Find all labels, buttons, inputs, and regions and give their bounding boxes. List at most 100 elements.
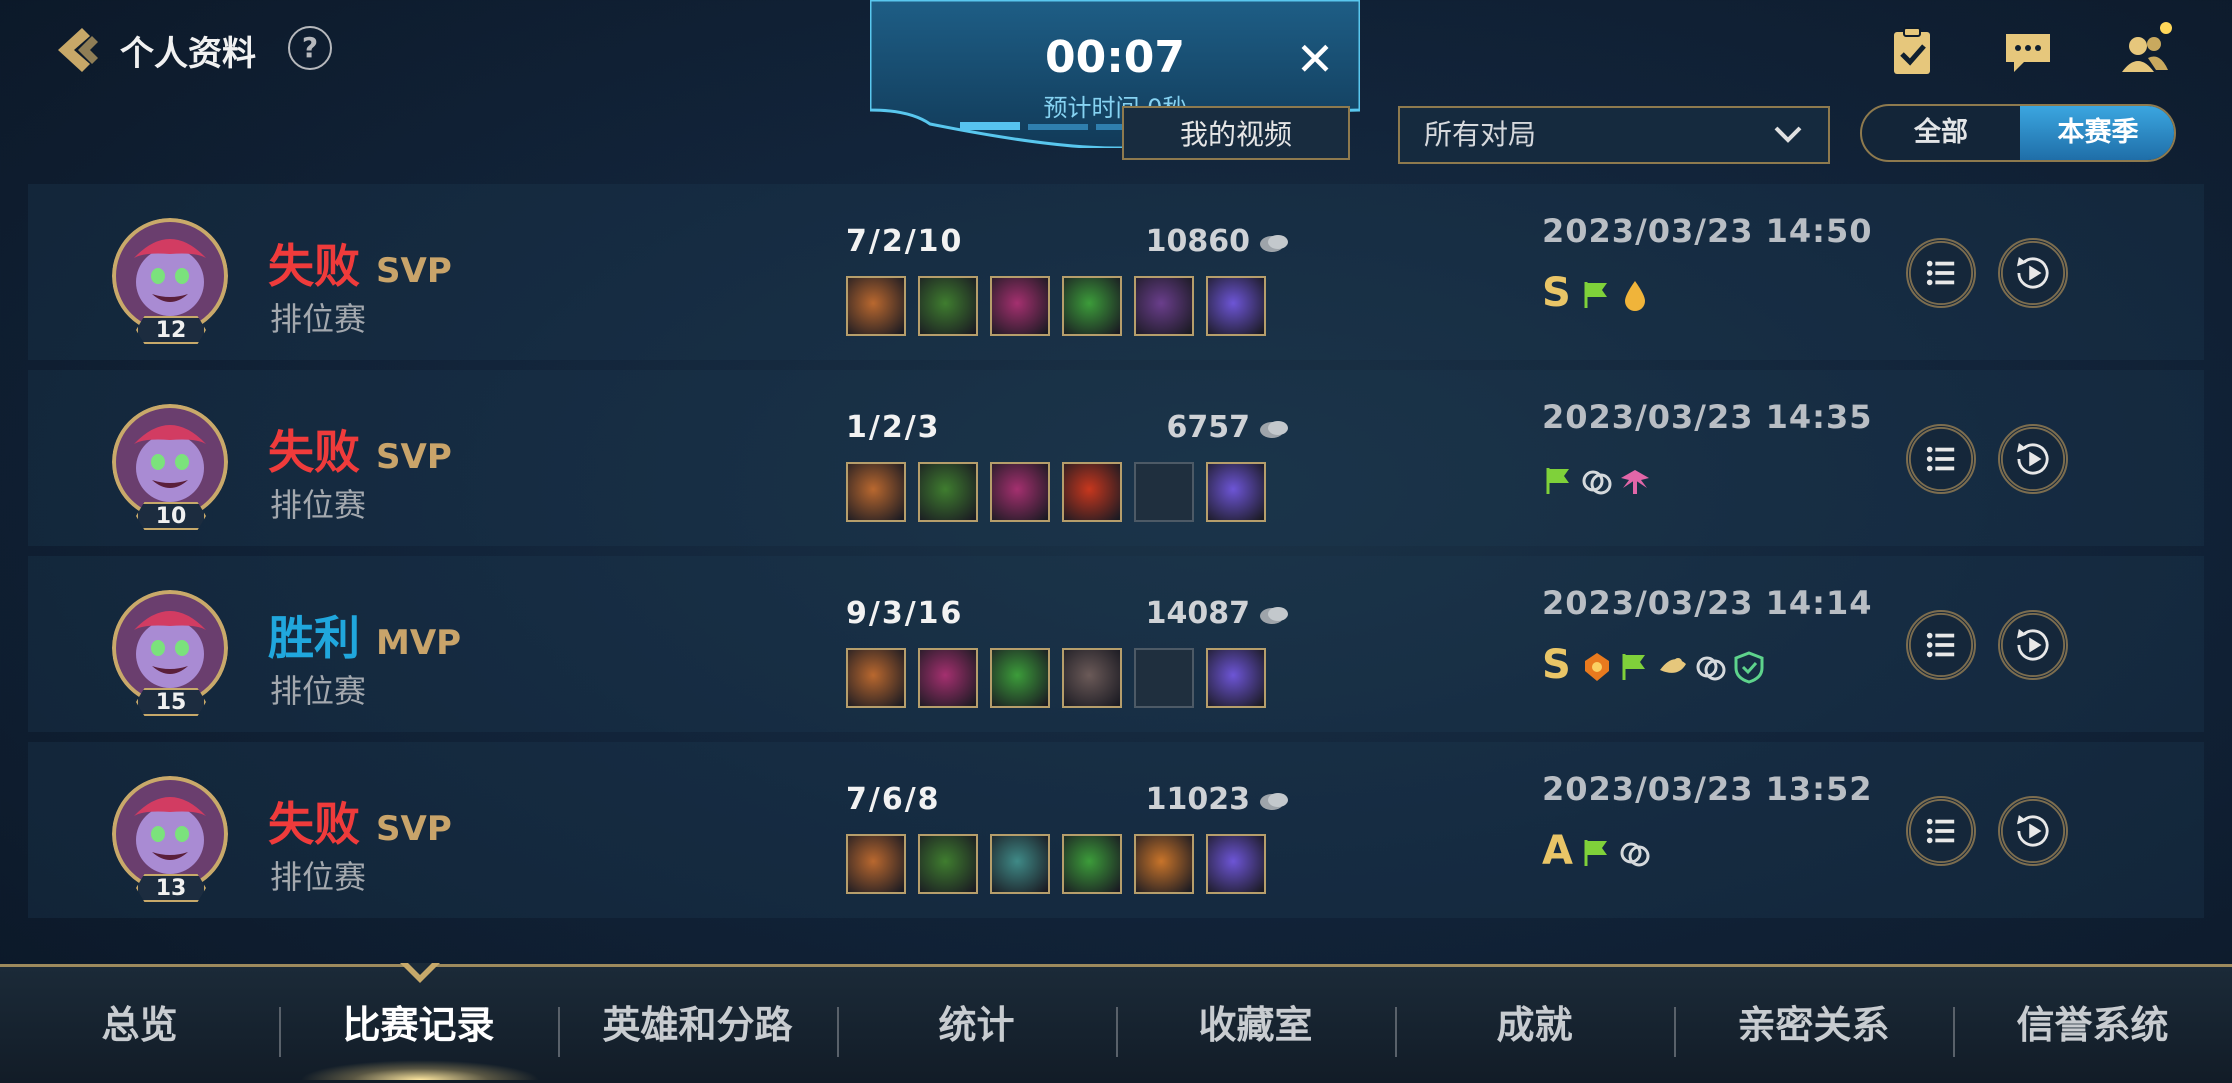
match-grade: S — [1542, 270, 1571, 316]
recording-timer: 00:07 — [1044, 32, 1186, 83]
performance-badge: SVP — [376, 251, 452, 291]
match-datetime: 2023/03/23 13:52 — [1542, 770, 1873, 808]
item-slot — [1134, 276, 1194, 336]
replay-button[interactable] — [1998, 424, 2068, 494]
tab-divider — [1674, 1007, 1676, 1057]
empty-item-slot — [1134, 462, 1194, 522]
item-slot — [1206, 648, 1266, 708]
toggle-current-season[interactable]: 本赛季 — [2020, 106, 2174, 160]
item-slot — [990, 648, 1050, 708]
item-slot — [846, 276, 906, 336]
wings-icon — [1621, 470, 1649, 494]
chat-bubble-icon[interactable] — [1998, 22, 2058, 82]
match-row[interactable]: 10 失败 SVP 排位赛 1/2/3 6757 2023/03/23 14:35 — [28, 370, 2204, 546]
match-result: 失败 SVP — [268, 416, 452, 482]
gold-amount: 10860 — [1145, 224, 1250, 259]
gold-coin-icon — [1260, 793, 1288, 810]
match-row[interactable]: 15 胜利 MVP 排位赛 9/3/16 14087 2023/03/23 14:1… — [28, 556, 2204, 732]
match-grade: S — [1542, 642, 1571, 688]
gold-amount: 14087 — [1145, 596, 1250, 631]
item-slot — [846, 834, 906, 894]
performance-badge: MVP — [376, 623, 462, 663]
game-mode: 排位赛 — [270, 858, 367, 896]
hero-level: 12 — [136, 316, 206, 344]
item-slot — [918, 276, 978, 336]
tab-divider — [279, 1007, 281, 1057]
match-datetime: 2023/03/23 14:14 — [1542, 584, 1873, 622]
game-mode: 排位赛 — [270, 672, 367, 710]
empty-item-slot — [1134, 648, 1194, 708]
tab-item[interactable]: 收藏室 — [1116, 967, 1395, 1083]
item-slot — [1206, 462, 1266, 522]
item-slot — [918, 462, 978, 522]
hero-level: 15 — [136, 688, 206, 716]
item-slot — [1062, 834, 1122, 894]
gold-coin-icon — [1260, 607, 1288, 624]
gold-amount: 6757 — [1166, 410, 1251, 445]
tab-divider — [1116, 1007, 1118, 1057]
tab-item[interactable]: 成就 — [1395, 967, 1674, 1083]
task-checklist-icon[interactable] — [1882, 22, 1942, 82]
item-slot — [1062, 276, 1122, 336]
item-slot — [846, 648, 906, 708]
crest-icon — [1585, 653, 1609, 681]
match-detail-button[interactable] — [1906, 238, 1976, 308]
match-detail-button[interactable] — [1906, 796, 1976, 866]
droplet-icon — [1625, 281, 1645, 311]
match-detail-button[interactable] — [1906, 610, 1976, 680]
friends-icon[interactable] — [2114, 22, 2174, 82]
flag-icon — [1546, 468, 1569, 494]
item-slot — [1206, 834, 1266, 894]
flag-icon — [1584, 840, 1607, 866]
kda-score: 7/6/8 — [846, 782, 941, 817]
tab-item[interactable]: 信誉系统 — [1953, 967, 2232, 1083]
kda-score: 9/3/16 — [846, 596, 964, 631]
match-datetime: 2023/03/23 14:35 — [1542, 398, 1873, 436]
close-recording-button[interactable]: ✕ — [1290, 34, 1340, 84]
flag-icon — [1622, 654, 1645, 680]
shield-icon — [1734, 651, 1764, 684]
match-result: 胜利 MVP — [268, 602, 461, 668]
result-label: 失败 — [268, 797, 360, 851]
item-slot — [990, 834, 1050, 894]
help-button[interactable]: ? — [288, 26, 332, 70]
replay-button[interactable] — [1998, 238, 2068, 308]
item-slot — [1062, 462, 1122, 522]
result-label: 失败 — [268, 239, 360, 293]
replay-button[interactable] — [1998, 796, 2068, 866]
match-grade: A — [1542, 828, 1573, 874]
item-slot — [990, 276, 1050, 336]
chain-icon — [1582, 470, 1612, 495]
match-row[interactable]: 13 失败 SVP 排位赛 7/6/8 11023 2023/03/23 13:52… — [28, 742, 2204, 918]
tab-divider — [558, 1007, 560, 1057]
item-slot — [990, 462, 1050, 522]
tab-item[interactable]: 统计 — [837, 967, 1116, 1083]
match-datetime: 2023/03/23 14:50 — [1542, 212, 1873, 250]
match-filter-select[interactable]: 所有对局 — [1398, 106, 1830, 164]
chain-icon — [1696, 656, 1726, 681]
my-video-button[interactable]: 我的视频 — [1122, 106, 1350, 160]
hero-level: 13 — [136, 874, 206, 902]
result-label: 胜利 — [268, 611, 360, 665]
gold-coin-icon — [1260, 421, 1288, 438]
kda-score: 7/2/10 — [846, 224, 964, 259]
replay-button[interactable] — [1998, 610, 2068, 680]
tab-divider — [1953, 1007, 1955, 1057]
match-row[interactable]: 12 失败 SVP 排位赛 7/2/10 10860 2023/03/23 14:5… — [28, 184, 2204, 360]
season-toggle: 全部 本赛季 — [1860, 104, 2176, 162]
kda-score: 1/2/3 — [846, 410, 941, 445]
tab-item[interactable]: 亲密关系 — [1674, 967, 1953, 1083]
item-slot — [846, 462, 906, 522]
back-arrow-icon[interactable] — [48, 22, 104, 78]
item-slot — [1062, 648, 1122, 708]
scroll-icon — [1660, 658, 1686, 673]
flag-icon — [1584, 282, 1607, 308]
match-result: 失败 SVP — [268, 230, 452, 296]
match-result: 失败 SVP — [268, 788, 452, 854]
tab-divider — [1395, 1007, 1397, 1057]
tab-item[interactable]: 英雄和分路 — [558, 967, 837, 1083]
toggle-all[interactable]: 全部 — [1862, 106, 2020, 160]
chain-icon — [1620, 842, 1650, 867]
match-detail-button[interactable] — [1906, 424, 1976, 494]
tab-item[interactable]: 总览 — [0, 967, 279, 1083]
